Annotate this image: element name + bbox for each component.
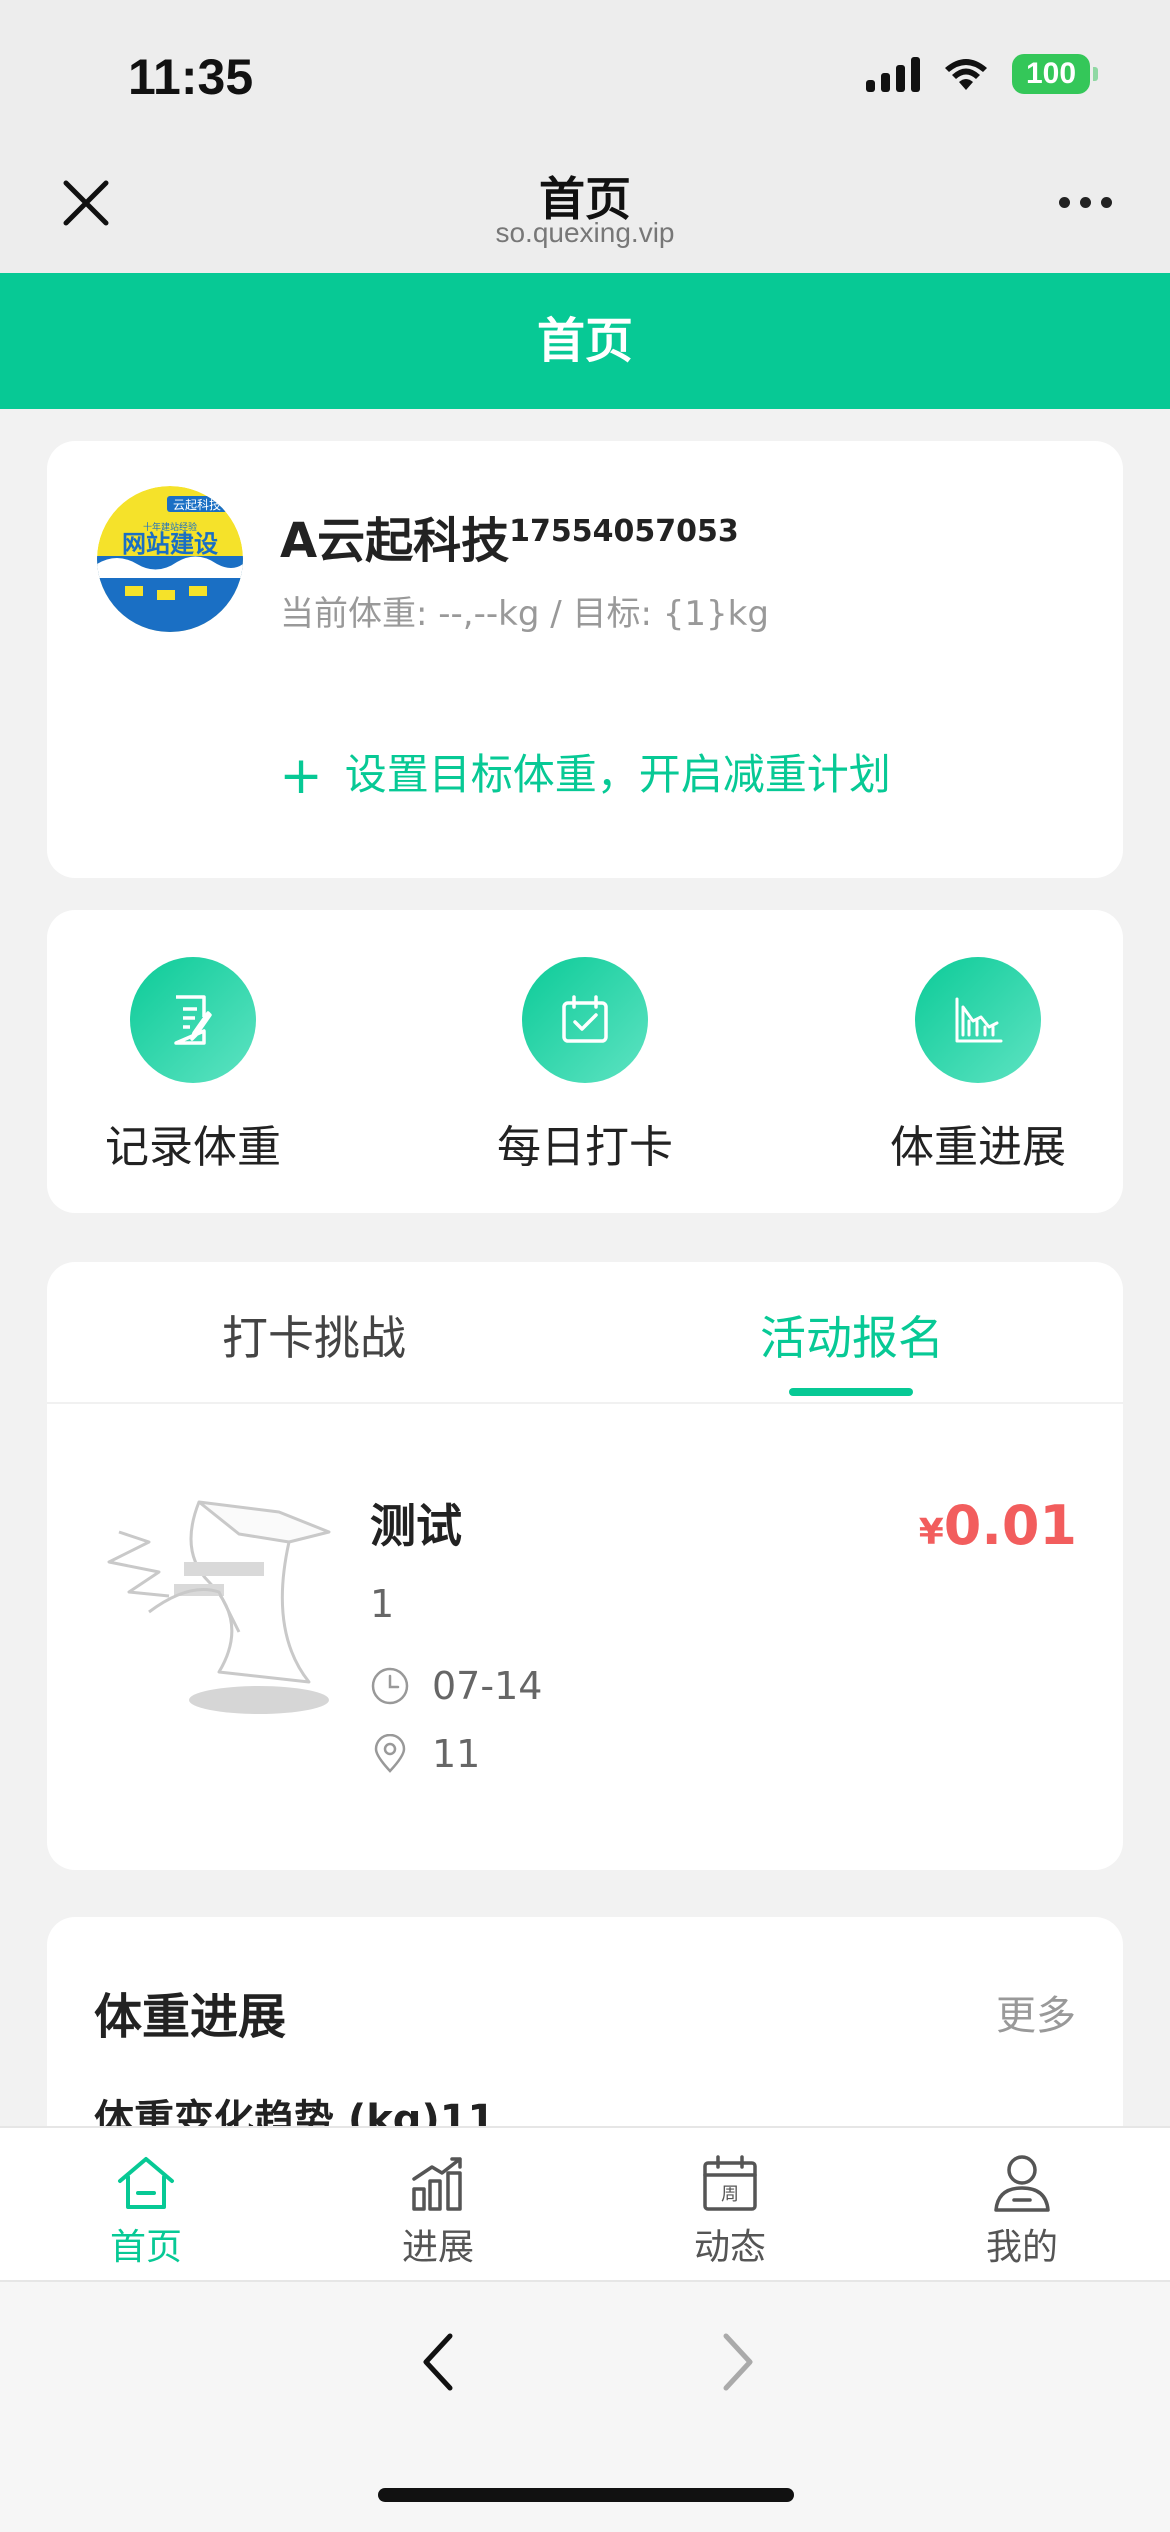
chart-trend-icon <box>915 957 1041 1083</box>
status-icons: 100 <box>866 54 1098 94</box>
calendar-check-icon <box>522 957 648 1083</box>
tabbar-label-home: 首页 <box>109 2227 182 2268</box>
event-price: ¥0.01 <box>919 1494 1077 1557</box>
event-date: 07-14 <box>432 1664 543 1708</box>
weight-progress-label: 体重进展 <box>890 1122 1066 1173</box>
battery-icon: 100 <box>1012 54 1098 94</box>
set-goal-button[interactable]: + 设置目标体重，开启减重计划 <box>47 741 1123 806</box>
wifi-icon <box>945 59 987 90</box>
event-location: 11 <box>432 1732 481 1776</box>
currency-symbol: ¥ <box>918 1512 944 1553</box>
price-value: 0.01 <box>943 1494 1077 1557</box>
more-link[interactable]: 更多 <box>996 1983 1076 2041</box>
weight-progress-button[interactable]: 体重进展 <box>853 957 1103 1175</box>
quick-actions-card: 记录体重 每日打卡 体重进展 <box>47 910 1123 1213</box>
status-time: 11:35 <box>128 49 254 105</box>
progress-title: 体重进展 <box>94 1989 287 2045</box>
cellular-signal-icon <box>866 56 920 92</box>
tab-event-signup[interactable]: 活动报名 <box>760 1302 944 1368</box>
svg-text:网站建设: 网站建设 <box>122 530 218 558</box>
bottom-tab-bar: 首页 进展 周 动态 我的 <box>0 2126 1170 2282</box>
tabbar-item-progress[interactable]: 进展 <box>338 2150 538 2270</box>
more-options-icon[interactable] <box>1059 197 1112 208</box>
daily-checkin-label: 每日打卡 <box>497 1122 673 1173</box>
profile-card: 云起科技 十年建站经验 网站建设 A云起科技17554057053 当前体重: … <box>47 441 1123 878</box>
tabbar-item-home[interactable]: 首页 <box>46 2150 246 2270</box>
plus-icon: + <box>279 746 323 806</box>
event-card: 打卡挑战 活动报名 测试 ¥0.01 1 07-14 11 <box>47 1262 1123 1870</box>
profile-name: A云起科技17554057053 <box>280 501 739 571</box>
location-pin-icon <box>374 1734 406 1773</box>
record-weight-label: 记录体重 <box>105 1122 281 1173</box>
set-goal-label: 设置目标体重，开启减重计划 <box>344 750 891 799</box>
page-title: 首页 <box>0 273 1170 409</box>
event-title[interactable]: 测试 <box>370 1490 462 1556</box>
record-weight-button[interactable]: 记录体重 <box>68 957 318 1175</box>
home-icon <box>46 2150 246 2216</box>
tabbar-label-progress: 进展 <box>401 2227 474 2268</box>
edit-document-icon <box>130 957 256 1083</box>
divider <box>47 1402 1123 1404</box>
avatar[interactable]: 云起科技 十年建站经验 网站建设 <box>97 486 243 632</box>
user-icon <box>922 2150 1122 2216</box>
clock-icon <box>371 1667 409 1705</box>
home-indicator <box>378 2488 794 2502</box>
profile-name-text: A云起科技 <box>280 513 510 569</box>
tabbar-item-me[interactable]: 我的 <box>922 2150 1122 2270</box>
bar-chart-icon <box>338 2150 538 2216</box>
calendar-week-icon: 周 <box>630 2150 830 2216</box>
svg-text:周: 周 <box>721 2184 739 2205</box>
tabbar-item-feed[interactable]: 周 动态 <box>630 2150 830 2270</box>
event-placeholder-image[interactable] <box>89 1472 369 1732</box>
weight-summary: 当前体重: --,--kg / 目标: {1}kg <box>280 594 769 634</box>
daily-checkin-button[interactable]: 每日打卡 <box>460 957 710 1175</box>
weight-progress-card: 体重进展 更多 体重变化趋势 (kg)11 <box>47 1917 1123 2137</box>
active-tab-indicator <box>789 1388 913 1396</box>
profile-phone: 17554057053 <box>509 514 739 549</box>
browser-nav-bar: 首页 so.quexing.vip <box>0 145 1170 273</box>
status-bar: 11:35 100 <box>0 0 1170 145</box>
svg-text:云起科技: 云起科技 <box>173 498 221 512</box>
tab-checkin-challenge[interactable]: 打卡挑战 <box>222 1302 406 1368</box>
chevron-left-icon[interactable] <box>410 2322 470 2402</box>
event-date-row: 07-14 <box>370 1664 542 1708</box>
event-location-row: 11 <box>370 1732 480 1776</box>
chevron-right-icon[interactable] <box>706 2322 766 2402</box>
browser-url: so.quexing.vip <box>495 217 675 248</box>
tabbar-label-feed: 动态 <box>693 2227 766 2268</box>
tabbar-label-me: 我的 <box>985 2227 1058 2268</box>
event-description: 1 <box>370 1582 395 1626</box>
